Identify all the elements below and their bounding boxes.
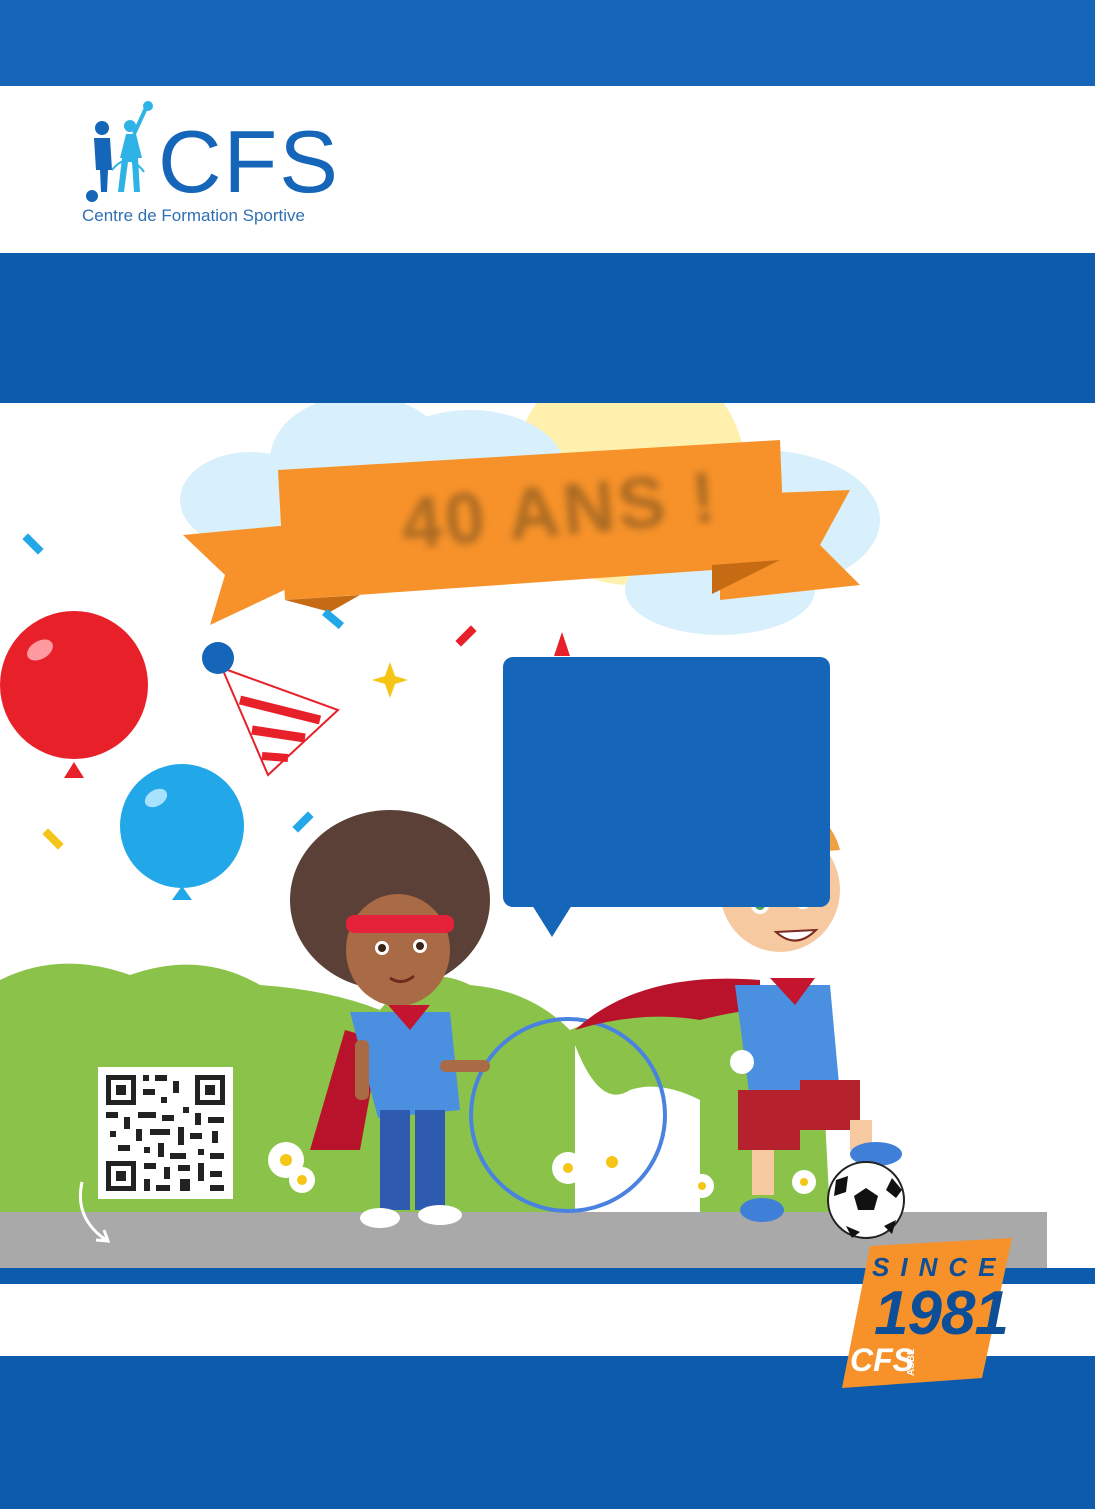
party-hat-icon bbox=[202, 642, 340, 777]
top-blue-band bbox=[0, 0, 1095, 86]
since-suffix: ASBL bbox=[906, 1348, 917, 1376]
curved-arrow-icon bbox=[78, 1181, 111, 1243]
middle-blue-band bbox=[0, 253, 1095, 403]
qr-code-icon[interactable] bbox=[98, 1067, 233, 1199]
speech-bubble-tail bbox=[532, 905, 572, 937]
speech-bubble bbox=[503, 657, 830, 907]
athletes-silhouette-icon bbox=[86, 101, 153, 202]
soccer-ball-icon bbox=[827, 1161, 905, 1239]
since-org: CFS bbox=[850, 1342, 914, 1378]
cfs-logo: CFS Centre de Formation Sportive bbox=[82, 100, 342, 230]
since-badge: SINCE 1981 CFS ASBL bbox=[842, 1238, 1014, 1388]
logo-wordmark: CFS bbox=[158, 112, 340, 211]
logo-tagline: Centre de Formation Sportive bbox=[82, 206, 305, 225]
brochure-cover: CFS Centre de Formation Sportive 40 ANS … bbox=[0, 0, 1095, 1509]
since-year: 1981 bbox=[874, 1279, 1009, 1348]
